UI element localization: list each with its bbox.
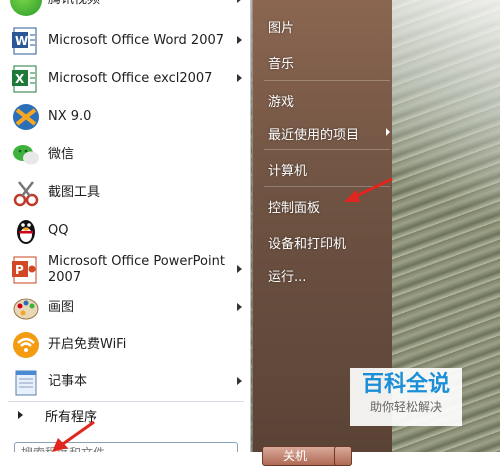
place-label: 运行... bbox=[268, 270, 307, 285]
program-item-word[interactable]: W Microsoft Office Word 2007 bbox=[4, 22, 248, 60]
program-label: Microsoft Office Word 2007 bbox=[48, 33, 225, 48]
place-label: 游戏 bbox=[268, 95, 295, 110]
program-item-wechat[interactable]: 微信 bbox=[4, 136, 248, 174]
place-item-recent-items[interactable]: 最近使用的项目 bbox=[268, 124, 392, 143]
program-label: Microsoft Office PowerPoint 2007 bbox=[48, 254, 225, 285]
place-item-computer[interactable]: 计算机 bbox=[268, 160, 307, 179]
expand-arrow-icon bbox=[18, 411, 23, 419]
program-label: 记事本 bbox=[48, 374, 88, 389]
annotation-arrow-icon bbox=[52, 420, 95, 452]
wifi-icon bbox=[10, 329, 42, 361]
program-item-powerpoint[interactable]: P Microsoft Office PowerPoint 2007 bbox=[4, 250, 248, 290]
watermark: 百科全说 助你轻松解决 bbox=[350, 368, 462, 426]
program-item-tencent-video[interactable]: 腾讯视频 bbox=[4, 0, 248, 18]
place-item-run[interactable]: 运行... bbox=[268, 266, 306, 285]
submenu-arrow-icon bbox=[386, 128, 390, 136]
submenu-arrow-icon bbox=[237, 0, 242, 3]
svg-text:W: W bbox=[15, 34, 28, 48]
program-item-free-wifi[interactable]: 开启免费WiFi bbox=[4, 326, 248, 364]
program-item-snipping-tool[interactable]: 截图工具 bbox=[4, 174, 248, 212]
program-label: NX 9.0 bbox=[48, 109, 92, 124]
program-item-nx[interactable]: NX 9.0 bbox=[4, 98, 248, 136]
watermark-title: 百科全说 bbox=[361, 372, 450, 397]
tencent-video-icon bbox=[10, 0, 42, 16]
powerpoint-icon: P bbox=[10, 254, 42, 286]
submenu-arrow-icon bbox=[237, 36, 242, 44]
submenu-arrow-icon bbox=[237, 303, 242, 311]
place-item-devices-printers[interactable]: 设备和打印机 bbox=[268, 233, 346, 252]
place-label: 音乐 bbox=[268, 57, 295, 72]
shutdown-label: 关机 bbox=[283, 449, 308, 463]
place-item-control-panel[interactable]: 控制面板 bbox=[268, 197, 320, 216]
divider bbox=[264, 149, 390, 150]
notepad-icon bbox=[10, 366, 42, 398]
program-item-notepad[interactable]: 记事本 bbox=[4, 364, 248, 400]
scissors-icon bbox=[10, 177, 42, 209]
svg-text:P: P bbox=[15, 263, 24, 277]
place-label: 控制面板 bbox=[268, 201, 321, 216]
place-label: 图片 bbox=[268, 21, 295, 36]
submenu-arrow-icon bbox=[237, 265, 242, 273]
program-item-qq[interactable]: QQ bbox=[4, 212, 248, 250]
program-item-paint[interactable]: 画图 bbox=[4, 290, 248, 326]
program-label: 画图 bbox=[48, 300, 75, 315]
program-item-excel[interactable]: X Microsoft Office excl2007 bbox=[4, 60, 248, 98]
program-label: 微信 bbox=[48, 147, 75, 162]
program-label: Microsoft Office excl2007 bbox=[48, 71, 213, 86]
svg-text:X: X bbox=[15, 72, 25, 86]
divider bbox=[264, 80, 390, 81]
nx-icon bbox=[10, 101, 42, 133]
qq-penguin-icon bbox=[10, 215, 42, 247]
excel-icon: X bbox=[10, 63, 42, 95]
watermark-subtitle: 助你轻松解决 bbox=[369, 400, 442, 414]
shutdown-options-button[interactable] bbox=[334, 446, 352, 466]
programs-pane: 腾讯视频 W Microsoft Office Word 2007 X Micr… bbox=[0, 0, 251, 452]
submenu-arrow-icon bbox=[237, 377, 242, 385]
place-label: 计算机 bbox=[268, 164, 308, 179]
place-label: 最近使用的项目 bbox=[268, 128, 360, 143]
word-icon: W bbox=[10, 25, 42, 57]
place-label: 设备和打印机 bbox=[268, 237, 347, 252]
start-menu: 腾讯视频 W Microsoft Office Word 2007 X Micr… bbox=[0, 0, 392, 452]
place-item-music[interactable]: 音乐 bbox=[268, 53, 294, 72]
all-programs-button[interactable]: 所有程序 bbox=[4, 402, 248, 428]
place-item-pictures[interactable]: 图片 bbox=[268, 17, 294, 36]
program-label: 截图工具 bbox=[48, 185, 101, 200]
annotation-arrow-icon bbox=[344, 177, 393, 202]
program-label: 腾讯视频 bbox=[48, 0, 228, 8]
paint-icon bbox=[10, 292, 42, 324]
program-label: QQ bbox=[48, 223, 69, 238]
program-label: 开启免费WiFi bbox=[48, 337, 127, 352]
submenu-arrow-icon bbox=[237, 74, 242, 82]
place-item-games[interactable]: 游戏 bbox=[268, 91, 294, 110]
wechat-icon bbox=[10, 139, 42, 171]
